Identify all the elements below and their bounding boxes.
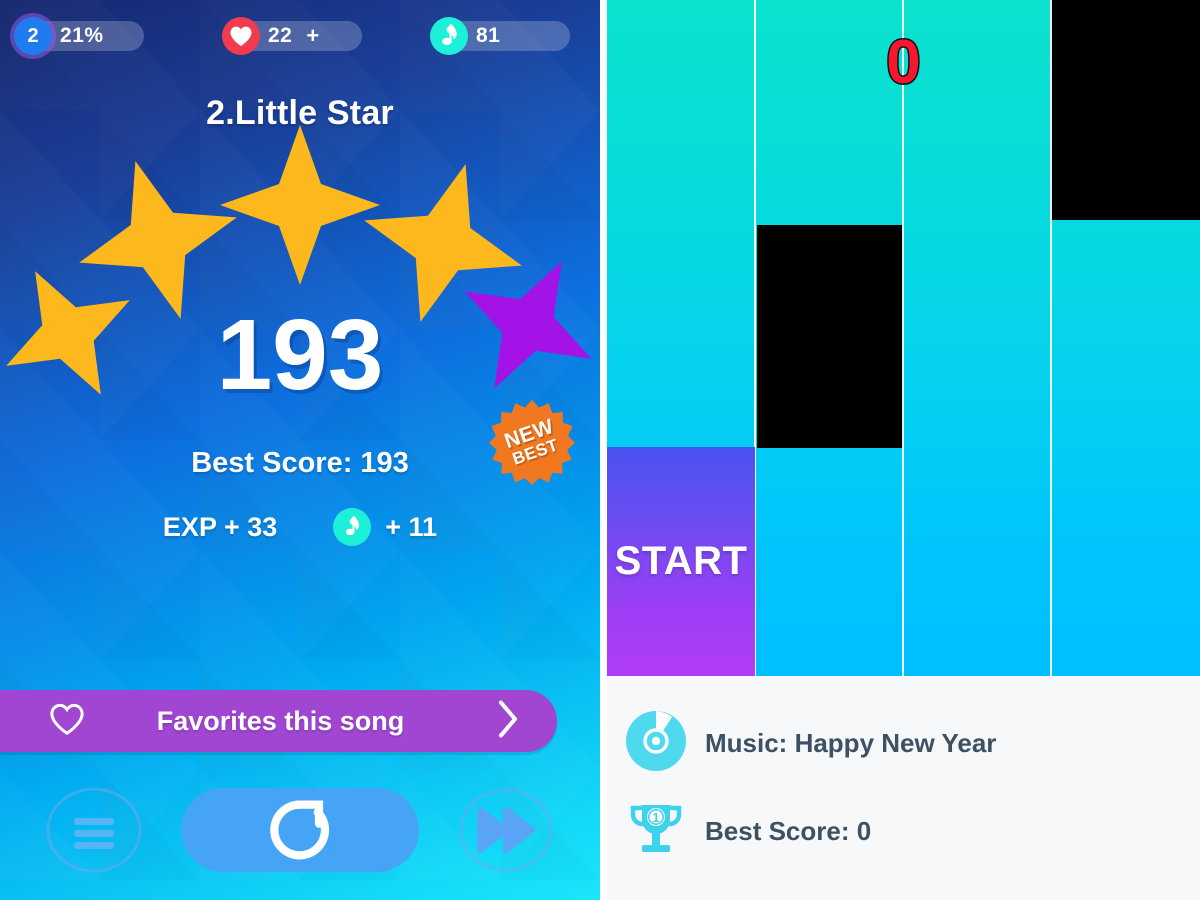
heart-icon xyxy=(222,17,260,55)
lane-3[interactable] xyxy=(903,0,1051,676)
coin-reward: + 11 xyxy=(333,508,437,546)
music-row: Music: Happy New Year xyxy=(625,710,996,777)
trophy-icon: 1 xyxy=(625,798,687,865)
final-score: 193 xyxy=(216,299,384,411)
exp-reward: EXP + 33 xyxy=(162,511,278,542)
best-score-label: Best Score: 0 xyxy=(705,816,872,846)
fast-forward-icon xyxy=(459,788,553,872)
best-score-row: 1 Best Score: 0 xyxy=(625,798,871,865)
favorites-button-label: Favorites this song xyxy=(156,705,405,736)
best-score-label: Best Score: xyxy=(191,447,353,479)
chevron-right-icon xyxy=(495,699,521,744)
game-board[interactable]: START 0 xyxy=(607,0,1200,676)
coin-reward-value: + 11 xyxy=(385,511,438,542)
bottom-controls xyxy=(0,787,600,878)
result-panel: 2 21% 22 + 81 2.Little Star 193 Best Sco… xyxy=(0,0,600,900)
vinyl-record-icon xyxy=(625,710,687,777)
lane-divider xyxy=(1050,0,1052,676)
rewards-row: EXP + 33 + 11 xyxy=(0,508,600,546)
restart-icon xyxy=(270,800,330,860)
level-value: 2 xyxy=(27,24,39,47)
music-note-icon xyxy=(333,508,372,546)
restart-button[interactable] xyxy=(181,788,419,872)
lane-divider xyxy=(902,0,904,676)
star-3 xyxy=(220,125,380,285)
start-label: START xyxy=(614,539,748,583)
next-button[interactable] xyxy=(458,788,554,872)
new-best-badge: NEW BEST xyxy=(487,398,577,486)
app-root: 2 21% 22 + 81 2.Little Star 193 Best Sco… xyxy=(0,0,1200,900)
music-note-icon xyxy=(430,17,468,55)
gameplay-panel: START 0 Music: Happy New Year 1 Best Sco… xyxy=(600,0,1200,900)
hamburger-menu-icon xyxy=(46,787,142,873)
favorites-button[interactable]: Favorites this song xyxy=(0,690,557,752)
menu-button[interactable] xyxy=(46,787,142,873)
start-tile[interactable]: START xyxy=(607,447,755,676)
trophy-rank: 1 xyxy=(652,810,659,825)
panel-divider xyxy=(600,0,607,900)
black-tile[interactable] xyxy=(757,225,903,448)
best-score-value: 193 xyxy=(360,447,409,479)
info-section: Music: Happy New Year 1 Best Score: 0 xyxy=(607,676,1200,900)
level-badge-icon: 2 xyxy=(14,17,52,55)
game-score: 0 xyxy=(885,28,922,97)
music-label: Music: Happy New Year xyxy=(705,728,997,758)
